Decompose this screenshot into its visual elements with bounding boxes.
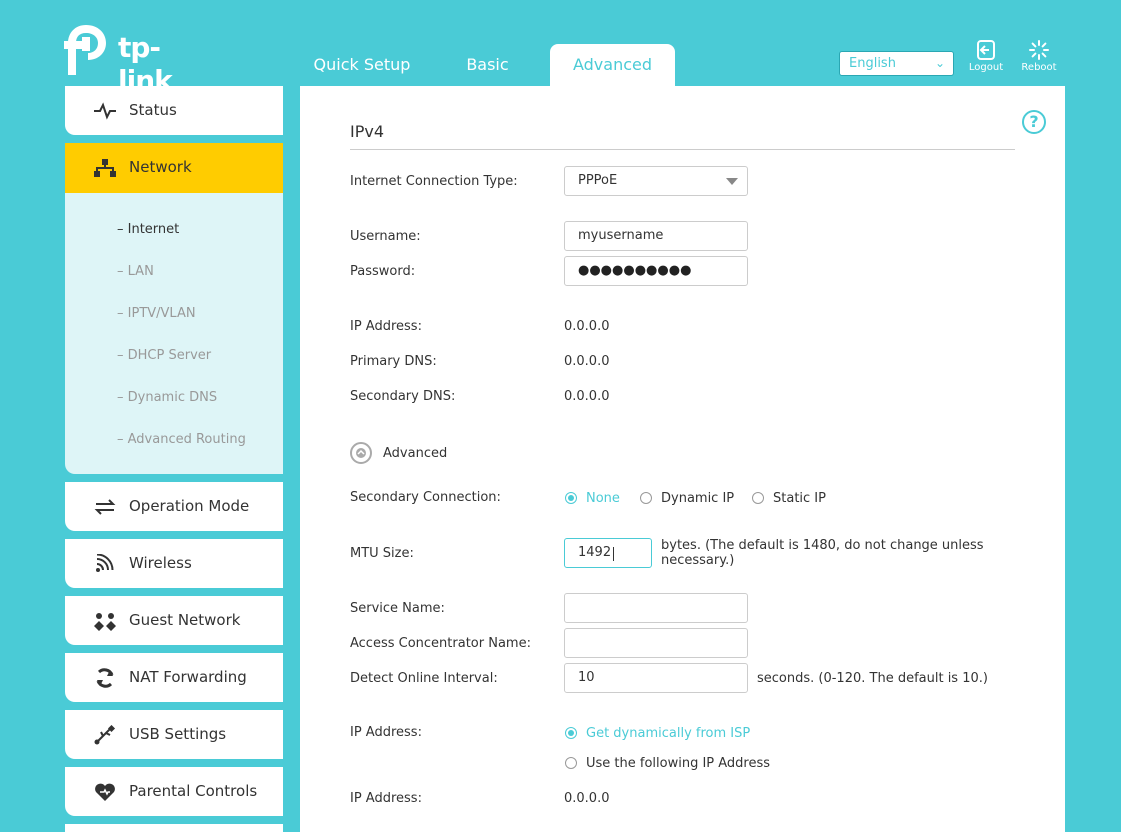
advanced-toggle[interactable] — [350, 442, 372, 464]
username-label: Username: — [350, 229, 421, 244]
sidebar-item-label: Wireless — [129, 554, 192, 572]
text-caret — [613, 547, 614, 561]
username-input[interactable]: myusername — [564, 221, 748, 251]
logout-button[interactable]: Logout — [964, 40, 1008, 73]
pulse-icon — [94, 102, 116, 120]
sidebar-item-status[interactable]: Status — [65, 86, 283, 135]
sidebar-item-label: USB Settings — [129, 725, 227, 743]
tp-link-logo-icon — [64, 25, 106, 75]
reboot-label: Reboot — [1021, 62, 1057, 73]
advanced-label[interactable]: Advanced — [383, 446, 447, 461]
sidebar-item-parental-controls[interactable]: Parental Controls — [65, 767, 283, 816]
password-label: Password: — [350, 264, 416, 279]
mtu-note-line-1: bytes. (The default is 1480, do not chan… — [661, 538, 984, 553]
language-value: English — [849, 56, 896, 71]
sidebar-item-label: Network — [129, 158, 192, 176]
radio-secondary-none-label[interactable]: None — [586, 491, 620, 506]
chevron-up-icon — [356, 448, 366, 458]
submenu-item-internet[interactable]: – Internet — [117, 222, 179, 237]
radio-ip-static-label[interactable]: Use the following IP Address — [586, 756, 770, 771]
mtu-note-line-2: necessary.) — [661, 553, 735, 568]
radio-ip-static[interactable] — [565, 757, 577, 769]
access-concentrator-input[interactable] — [564, 628, 748, 658]
sidebar-item-wireless[interactable]: Wireless — [65, 539, 283, 588]
submenu-item-advanced-routing[interactable]: – Advanced Routing — [117, 432, 246, 447]
mtu-size-value: 1492 — [578, 545, 612, 560]
primary-dns-label: Primary DNS: — [350, 354, 437, 369]
tab-quick-setup[interactable]: Quick Setup — [300, 44, 424, 86]
ip-address-label: IP Address: — [350, 319, 422, 334]
detect-interval-input[interactable]: 10 — [564, 663, 748, 693]
submenu-item-dhcp-server[interactable]: – DHCP Server — [117, 348, 211, 363]
wireless-icon — [96, 554, 114, 572]
access-concentrator-label: Access Concentrator Name: — [350, 636, 531, 651]
network-icon — [94, 159, 116, 177]
service-name-label: Service Name: — [350, 601, 445, 616]
mtu-size-label: MTU Size: — [350, 546, 414, 561]
tab-advanced[interactable]: Advanced — [550, 44, 675, 86]
radio-secondary-none[interactable] — [565, 492, 577, 504]
nat-icon — [96, 668, 114, 688]
sidebar-item-next[interactable] — [65, 824, 283, 832]
logout-label: Logout — [968, 62, 1004, 73]
section-divider — [350, 149, 1015, 150]
sidebar-item-label: Parental Controls — [129, 782, 258, 800]
ip-mode-label: IP Address: — [350, 725, 422, 740]
reboot-icon — [1029, 40, 1049, 60]
sidebar-item-nat-forwarding[interactable]: NAT Forwarding — [65, 653, 283, 702]
radio-ip-dynamic[interactable] — [565, 727, 577, 739]
submenu-item-dynamic-dns[interactable]: – Dynamic DNS — [117, 390, 217, 405]
radio-secondary-static-ip-label[interactable]: Static IP — [773, 491, 826, 506]
help-icon[interactable]: ? — [1022, 110, 1046, 134]
detect-interval-label: Detect Online Interval: — [350, 671, 498, 686]
service-name-input[interactable] — [564, 593, 748, 623]
section-title: IPv4 — [350, 122, 385, 141]
password-input[interactable]: ●●●●●●●●●● — [564, 256, 748, 286]
network-submenu: – Internet – LAN – IPTV/VLAN – DHCP Serv… — [65, 193, 283, 474]
radio-secondary-dynamic-ip[interactable] — [640, 492, 652, 504]
chevron-down-icon: ⌄ — [934, 56, 945, 70]
reboot-button[interactable]: Reboot — [1017, 40, 1061, 73]
ip-address-2-value: 0.0.0.0 — [564, 791, 610, 806]
ip-address-value: 0.0.0.0 — [564, 319, 610, 334]
tp-link-logo: tp-link — [64, 25, 204, 97]
sidebar-item-guest-network[interactable]: Guest Network — [65, 596, 283, 645]
tab-basic[interactable]: Basic — [440, 44, 535, 86]
primary-dns-value: 0.0.0.0 — [564, 354, 610, 369]
sidebar-item-usb-settings[interactable]: USB Settings — [65, 710, 283, 759]
sidebar-item-label: Operation Mode — [129, 497, 250, 515]
detect-interval-value: 10 — [578, 670, 595, 685]
detect-interval-note: seconds. (0-120. The default is 10.) — [757, 671, 988, 686]
language-select[interactable]: English ⌄ — [839, 51, 954, 76]
sidebar-item-label: Guest Network — [129, 611, 241, 629]
radio-secondary-static-ip[interactable] — [752, 492, 764, 504]
secondary-connection-label: Secondary Connection: — [350, 490, 501, 505]
connection-type-value: PPPoE — [578, 173, 618, 188]
sidebar-item-label: NAT Forwarding — [129, 668, 247, 686]
content-panel: ? IPv4 Internet Connection Type: PPPoE U… — [300, 86, 1065, 832]
password-mask: ●●●●●●●●●● — [578, 263, 692, 278]
submenu-item-lan[interactable]: – LAN — [117, 264, 154, 279]
secondary-dns-label: Secondary DNS: — [350, 389, 456, 404]
sidebar-item-network[interactable]: Network — [65, 143, 283, 193]
ip-address-2-label: IP Address: — [350, 791, 422, 806]
radio-secondary-dynamic-ip-label[interactable]: Dynamic IP — [661, 491, 734, 506]
connection-type-label: Internet Connection Type: — [350, 174, 518, 189]
secondary-dns-value: 0.0.0.0 — [564, 389, 610, 404]
radio-ip-dynamic-label[interactable]: Get dynamically from ISP — [586, 726, 750, 741]
guest-icon — [94, 613, 116, 631]
mode-icon — [94, 499, 116, 515]
dropdown-arrow-icon — [726, 178, 738, 185]
sidebar-item-label: Status — [129, 101, 177, 119]
heart-icon — [95, 783, 115, 801]
username-value: myusername — [578, 228, 664, 243]
connection-type-select[interactable]: PPPoE — [564, 166, 748, 196]
mtu-size-input[interactable]: 1492 — [564, 538, 652, 568]
sidebar-item-operation-mode[interactable]: Operation Mode — [65, 482, 283, 531]
submenu-item-iptv-vlan[interactable]: – IPTV/VLAN — [117, 306, 196, 321]
logout-icon — [977, 40, 995, 60]
usb-icon — [94, 725, 116, 745]
